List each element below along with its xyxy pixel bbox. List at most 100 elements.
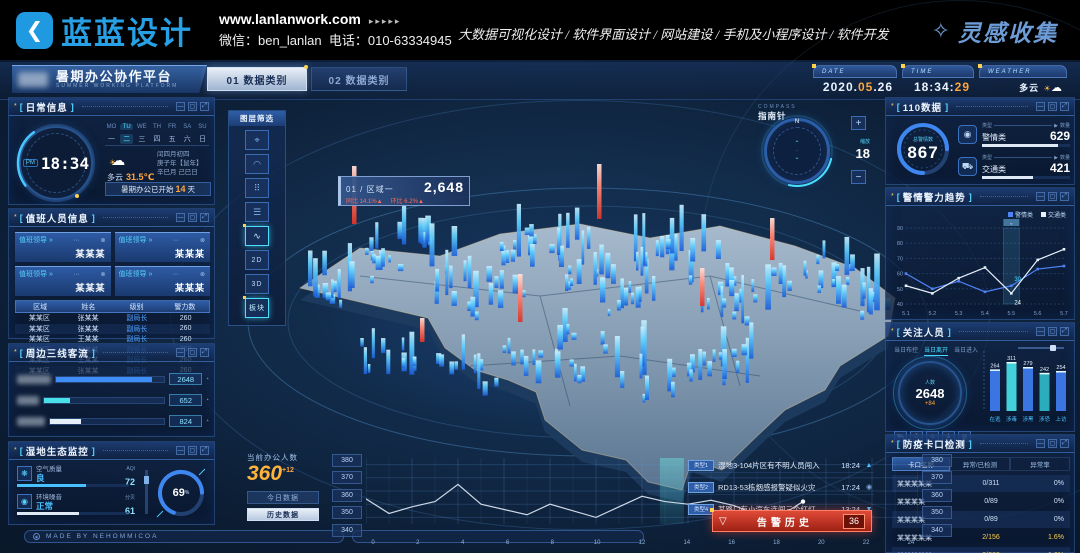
minimize-icon[interactable]: — [176,348,185,357]
layer-chart-button[interactable]: ∿ [245,226,269,246]
panel-title: 日常信息 [26,100,68,114]
duty-card[interactable]: 值班领导»⋯⊗某某某 [15,266,111,296]
flow-value: 652 [169,394,202,406]
alert-row[interactable]: 类型1 湿地3-104片区有不明人员闯入 18:24 ▲ [688,458,874,473]
chevron-icon: » [149,237,153,244]
alert-row[interactable]: 类型2 RD13-53栋烟感报警疑似火灾 17:24 ◉ [688,480,874,495]
chevron-icon: » [149,271,153,278]
eco-slider[interactable] [145,470,148,514]
minimize-icon[interactable]: — [1036,192,1045,201]
expand-icon[interactable]: ⤢ [200,102,209,111]
minimize-icon[interactable]: — [176,213,185,222]
svg-text:70: 70 [897,256,903,262]
window-icon[interactable]: ▢ [1048,327,1057,336]
pin-icon: ⌖ [254,135,259,146]
date-label: DATE [822,69,846,75]
compass-dial[interactable]: N ⌃·⌄ [764,118,830,184]
flow-bar-row: 652 ٭ [17,393,209,407]
week-row-cn[interactable]: 一二三四五六日 [105,134,209,144]
layer-grid-button[interactable]: ⠿ [245,178,269,198]
col-abnormal-rate[interactable]: 异常率 [1010,457,1070,471]
expand-icon[interactable]: ⤢ [1060,439,1069,448]
window-icon[interactable]: ▢ [188,446,197,455]
week-row-en[interactable]: MOTUWETHFRSASU [105,124,209,130]
more-icon: ⋯ [73,237,80,244]
website-link[interactable]: www.lanlanwork.com [219,11,361,27]
svg-text:5.4: 5.4 [981,311,989,317]
expand-icon[interactable]: ⤢ [200,446,209,455]
compass-widget: COMPASS 指南针 N ⌃·⌄ + 缩放18 − [758,104,870,200]
duty-card[interactable]: 值班领导»⋯⊗某某某 [15,232,111,262]
today-data-button[interactable]: 今日数据 [247,491,319,504]
window-icon[interactable]: ▢ [1048,192,1057,201]
svg-text:5.7: 5.7 [1060,311,1068,317]
expand-icon[interactable]: ⤢ [1060,102,1069,111]
redacted-label [17,375,51,384]
alert-text: RD13-53栋烟感报警疑似火灾 [718,482,837,493]
minimize-icon[interactable]: — [1036,439,1045,448]
play-icon: ▶ [1054,123,1058,129]
window-icon[interactable]: ▢ [1048,102,1057,111]
brand-name: 蓝蓝设计 [61,8,193,53]
dot-icon[interactable]: ◉ [864,483,874,491]
svg-text:90: 90 [897,226,903,232]
layer-list-button[interactable]: ☰ [245,202,269,222]
layer-2d-button[interactable]: 2D [245,250,269,270]
grid-icon: ⠿ [254,183,261,194]
minimize-icon[interactable]: — [1036,102,1045,111]
clock-time: 18:34 [41,154,89,173]
panel-110-data: *[110数据] —▢⤢ 总警情数867 ◉ 类型▶数量 警情类629 [885,97,1075,185]
svg-text:24: 24 [1014,300,1021,306]
layer-3d-button[interactable]: 3D [245,274,269,294]
redacted-label [17,396,39,405]
window-icon[interactable]: ▢ [188,213,197,222]
tab-data-category-1[interactable]: 01 数据类别 [207,67,307,91]
svg-text:264: 264 [990,363,999,369]
minimize-icon[interactable]: — [176,102,185,111]
expand-icon[interactable]: ⤢ [200,348,209,357]
svg-text:50: 50 [897,287,903,293]
alert-time: 17:24 [841,483,860,492]
alert-history-button[interactable]: ▽ 告警历史 36 [712,510,872,532]
window-icon[interactable]: ▢ [1048,439,1057,448]
expand-icon[interactable]: ⤢ [1060,192,1069,201]
duty-card[interactable]: 值班领导»⋯⊗某某某 [115,232,211,262]
panel-alarm-trend: *[警情警力趋势] —▢⤢ 警情类 交通类 405060708090⌄5.15.… [885,187,1075,320]
signal-icon: ◠ [253,159,261,170]
tab-today-left[interactable]: 当日离开 [924,345,948,356]
minimize-icon[interactable]: — [1036,327,1045,336]
zoom-out-button[interactable]: − [851,170,866,184]
col-abnormal-detected[interactable]: 异常/已检测 [950,457,1010,471]
history-data-button[interactable]: 历史数据 [247,508,319,521]
office-notice: 暑期办公已开始14天 [105,182,211,196]
duty-table-header: 区域姓名级别警力数 [15,300,210,313]
svg-text:涉毒: 涉毒 [1006,415,1018,423]
sparkle-icon: ✧ [932,18,950,44]
redacted-label [17,417,45,426]
zoom-in-button[interactable]: + [851,116,866,130]
watermark-pill: ◉ MADE BY NEHOMMICOA [24,530,344,543]
clock-widget: PM 18:34 [19,126,93,200]
window-icon[interactable]: ▢ [188,102,197,111]
panel-title: 关注人员 [903,325,945,339]
duty-card[interactable]: 值班领导»⋯⊗某某某 [115,266,211,296]
tab-today-enter[interactable]: 当日进入 [954,345,978,356]
wechat-text: 微信：ben_lanlan [219,33,322,48]
more-icon: ⋯ [73,271,80,278]
collect-badge[interactable]: ✧ 灵感收集 [932,14,1058,48]
tab-today-control[interactable]: 当日布控 [894,345,918,356]
tab-data-category-2[interactable]: 02 数据类别 [311,67,407,91]
expand-icon[interactable]: ⤢ [200,213,209,222]
svg-text:80: 80 [897,241,903,247]
panel-duty-staff: *[值班人员信息] —▢⤢ 值班领导»⋯⊗某某某 值班领导»⋯⊗某某某 值班领导… [8,208,215,339]
trend-line-chart[interactable]: 405060708090⌄5.15.25.35.45.55.65.73024 [890,218,1070,318]
expand-icon[interactable]: ⤢ [1060,327,1069,336]
window-icon[interactable]: ▢ [188,348,197,357]
layer-block-button[interactable]: 板块 [245,298,269,318]
layer-pin-button[interactable]: ⌖ [245,130,269,150]
focus-count-widget: 人数 2648 +84 [898,361,962,425]
minimize-icon[interactable]: — [176,446,185,455]
layer-signal-button[interactable]: ◠ [245,154,269,174]
up-triangle-icon[interactable]: ▲ [864,462,874,469]
focus-bar-chart[interactable]: 264在逃311涉毒279涉黑242涉恐254上访 [982,345,1072,429]
